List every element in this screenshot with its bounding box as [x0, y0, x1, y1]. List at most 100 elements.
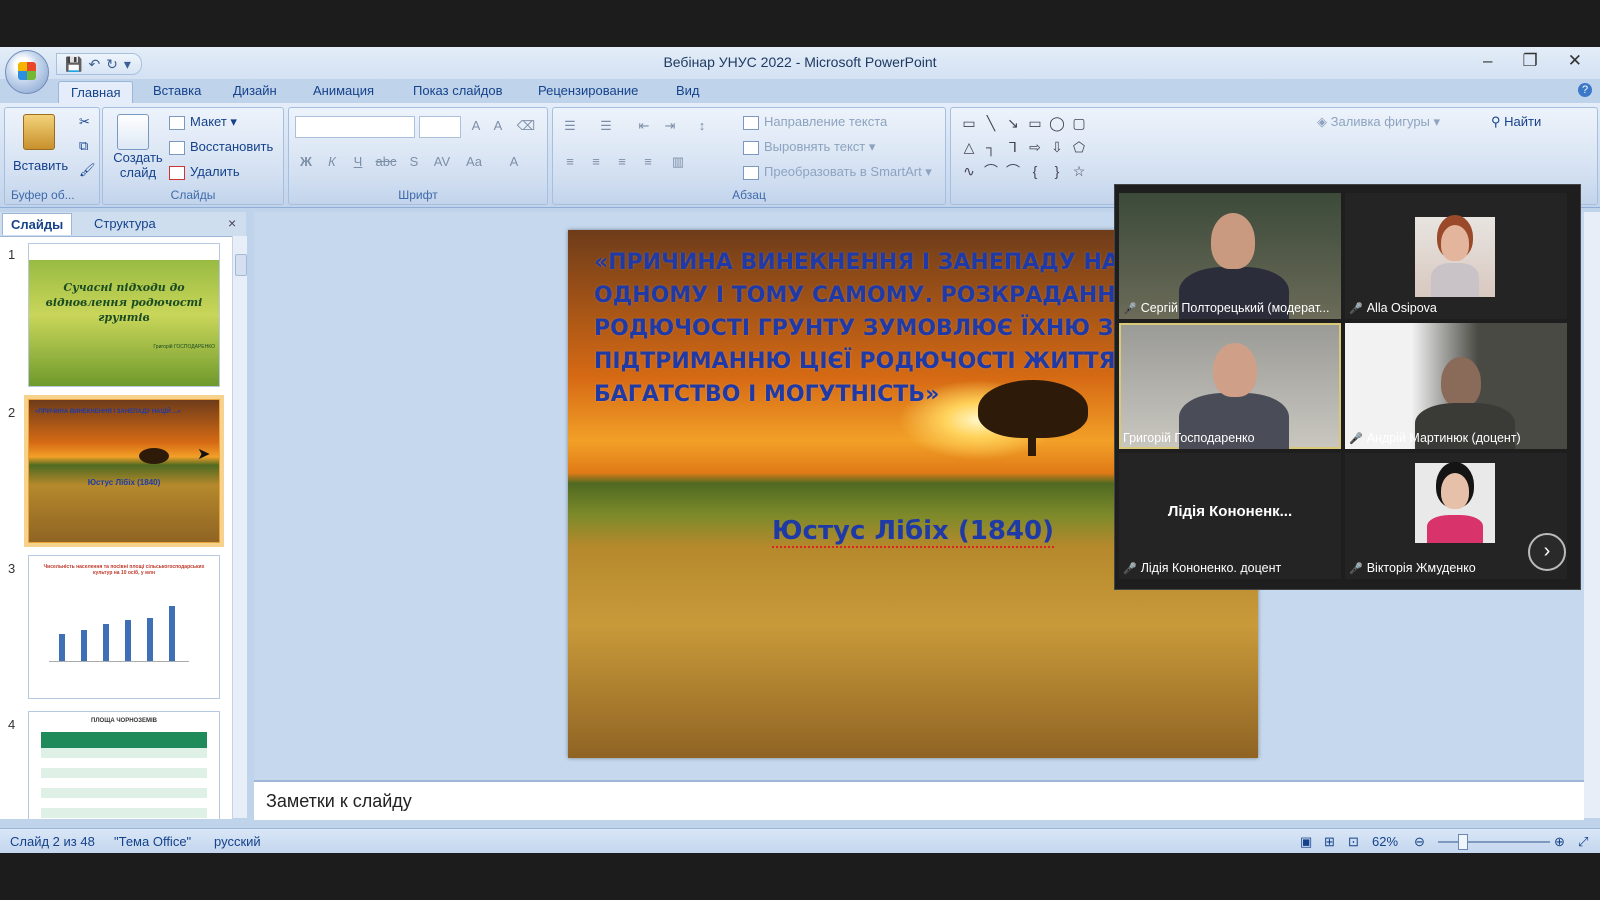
- font-size-combo[interactable]: [419, 116, 461, 138]
- shadow-button[interactable]: S: [403, 152, 425, 172]
- font-label: Шрифт: [398, 188, 438, 202]
- restore-button[interactable]: ❐: [1523, 51, 1538, 71]
- slide-thumb-2[interactable]: «ПРИЧИНА ВИНЕКНЕННЯ І ЗАНЕПАДУ НАЦІЙ ...…: [28, 399, 220, 543]
- notes-pane[interactable]: Заметки к слайду: [254, 780, 1584, 820]
- muted-mic-icon: 🎤: [1123, 303, 1137, 315]
- align-left-icon[interactable]: ≡: [559, 152, 581, 172]
- justify-icon[interactable]: ≡: [637, 152, 659, 172]
- text-direction-button[interactable]: Направление текста: [743, 114, 887, 130]
- curve-shape-icon[interactable]: ∿: [961, 164, 977, 178]
- triangle-shape-icon[interactable]: △: [961, 140, 977, 154]
- office-button[interactable]: [5, 50, 49, 94]
- find-button[interactable]: ⚲ Найти: [1491, 114, 1541, 130]
- shape-fill-button[interactable]: ◈ Заливка фигуры ▾: [1317, 114, 1440, 130]
- star-shape-icon[interactable]: ☆: [1071, 164, 1087, 178]
- thumbs-scrollbar[interactable]: [232, 236, 247, 818]
- brace-left-icon[interactable]: {: [1027, 164, 1043, 178]
- format-painter-icon[interactable]: 🖌: [79, 162, 96, 178]
- zoom-level[interactable]: 62%: [1372, 834, 1398, 849]
- slideshow-view-icon[interactable]: ⊡: [1348, 834, 1359, 850]
- delete-icon: [169, 165, 185, 180]
- tab-design[interactable]: Дизайн: [233, 83, 277, 98]
- zoom-in-icon[interactable]: ⊕: [1554, 834, 1565, 850]
- new-slide-button[interactable]: Создать слайд: [111, 150, 165, 180]
- help-icon[interactable]: ?: [1578, 83, 1592, 97]
- align-center-icon[interactable]: ≡: [585, 152, 607, 172]
- tab-animation[interactable]: Анимация: [313, 83, 374, 98]
- tab-review[interactable]: Рецензирование: [538, 83, 638, 98]
- participant-tile[interactable]: 🎤 Андрій Мартинюк (доцент): [1345, 323, 1567, 449]
- change-case-button[interactable]: Aa: [461, 152, 487, 172]
- oval-shape-icon[interactable]: ◯: [1049, 116, 1065, 130]
- status-bar: Слайд 2 из 48 "Тема Office" русский ▣ ⊞ …: [0, 828, 1600, 853]
- tab-home[interactable]: Главная: [58, 81, 134, 103]
- thumb-title: Чисельність населення та посівні площі с…: [43, 564, 205, 576]
- tab-insert[interactable]: Вставка: [153, 83, 201, 98]
- normal-view-icon[interactable]: ▣: [1300, 834, 1312, 850]
- numbering-icon[interactable]: ☰: [595, 116, 617, 136]
- align-right-icon[interactable]: ≡: [611, 152, 633, 172]
- tab-view[interactable]: Вид: [676, 83, 700, 98]
- font-color-button[interactable]: A: [503, 152, 525, 172]
- align-text-button[interactable]: Выровнять текст ▾: [743, 139, 875, 155]
- participant-tile[interactable]: 🎤 Сергій Полторецький (модерат...: [1119, 193, 1341, 319]
- tab-outline[interactable]: Структура: [86, 213, 164, 234]
- language[interactable]: русский: [214, 834, 261, 849]
- zoom-slider[interactable]: [1438, 841, 1550, 843]
- shrink-font-icon[interactable]: A: [487, 116, 509, 136]
- muted-mic-icon: 🎤: [1349, 303, 1363, 315]
- rounded-rect-shape-icon[interactable]: ▢: [1071, 116, 1087, 130]
- freeform-shape-icon[interactable]: ⌒: [1005, 164, 1021, 178]
- line-shape-icon[interactable]: ╲: [983, 116, 999, 130]
- panel-close-icon[interactable]: ×: [228, 215, 236, 231]
- slide-thumb-4[interactable]: ПЛОЩА ЧОРНОЗЕМІВ: [28, 711, 220, 819]
- increase-indent-icon[interactable]: ⇥: [659, 116, 681, 136]
- next-page-button[interactable]: ›: [1528, 533, 1566, 571]
- connector-icon[interactable]: ⅂: [1005, 140, 1021, 154]
- slide-sorter-icon[interactable]: ⊞: [1324, 834, 1335, 850]
- arrow-shape-icon[interactable]: ↘: [1005, 116, 1021, 130]
- participant-tile-active[interactable]: Григорій Господаренко: [1119, 323, 1341, 449]
- line-spacing-icon[interactable]: ↕: [691, 116, 713, 136]
- zoom-out-icon[interactable]: ⊖: [1414, 834, 1425, 850]
- ribbon-tabs: Главная Вставка Дизайн Анимация Показ сл…: [0, 79, 1600, 103]
- font-name-combo[interactable]: [295, 116, 415, 138]
- paste-button[interactable]: Вставить: [13, 158, 68, 173]
- tab-slideshow[interactable]: Показ слайдов: [413, 83, 503, 98]
- rectangle-shape-icon[interactable]: ▭: [1027, 116, 1043, 130]
- participant-tile[interactable]: 🎤 Alla Osipova: [1345, 193, 1567, 319]
- delete-slide-button[interactable]: Удалить: [169, 164, 240, 180]
- decrease-indent-icon[interactable]: ⇤: [633, 116, 655, 136]
- underline-button[interactable]: Ч: [347, 152, 369, 172]
- grow-font-icon[interactable]: A: [465, 116, 487, 136]
- spacing-button[interactable]: AV: [429, 152, 455, 172]
- slide-thumb-1[interactable]: Сучасні підходи до відновлення родючості…: [28, 243, 220, 387]
- fit-window-icon[interactable]: ⤢: [1578, 834, 1588, 850]
- down-arrow-shape-icon[interactable]: ⇩: [1049, 140, 1065, 154]
- editor-scrollbar[interactable]: [1584, 212, 1600, 818]
- copy-icon[interactable]: ⧉: [79, 138, 88, 154]
- bold-button[interactable]: Ж: [295, 152, 317, 172]
- italic-button[interactable]: К: [321, 152, 343, 172]
- right-arrow-shape-icon[interactable]: ⇨: [1027, 140, 1043, 154]
- bullets-icon[interactable]: ☰: [559, 116, 581, 136]
- thumb-title: Сучасні підходи до відновлення родючості…: [45, 281, 203, 324]
- tab-slides[interactable]: Слайды: [2, 213, 73, 235]
- elbow-connector-icon[interactable]: ┐: [983, 140, 999, 154]
- pentagon-shape-icon[interactable]: ⬠: [1071, 140, 1087, 154]
- close-button[interactable]: ✕: [1568, 51, 1582, 71]
- columns-icon[interactable]: ▥: [667, 152, 689, 172]
- textbox-shape-icon[interactable]: ▭: [961, 116, 977, 130]
- zoom-slider-handle[interactable]: [1458, 834, 1468, 850]
- strikethrough-button[interactable]: abc: [373, 152, 399, 172]
- cut-icon[interactable]: ✂: [79, 114, 90, 130]
- layout-button[interactable]: Макет ▾: [169, 114, 237, 130]
- reset-button[interactable]: Восстановить: [169, 139, 273, 155]
- brace-right-icon[interactable]: }: [1049, 164, 1065, 178]
- minimize-button[interactable]: –: [1483, 51, 1492, 71]
- smartart-button[interactable]: Преобразовать в SmartArt ▾: [743, 164, 932, 180]
- clear-format-icon[interactable]: ⌫: [515, 116, 537, 136]
- participant-tile[interactable]: Лідія Кононенк... 🎤 Лідія Кононенко. доце…: [1119, 453, 1341, 579]
- arc-shape-icon[interactable]: ⌒: [983, 164, 999, 178]
- slide-thumb-3[interactable]: Чисельність населення та посівні площі с…: [28, 555, 220, 699]
